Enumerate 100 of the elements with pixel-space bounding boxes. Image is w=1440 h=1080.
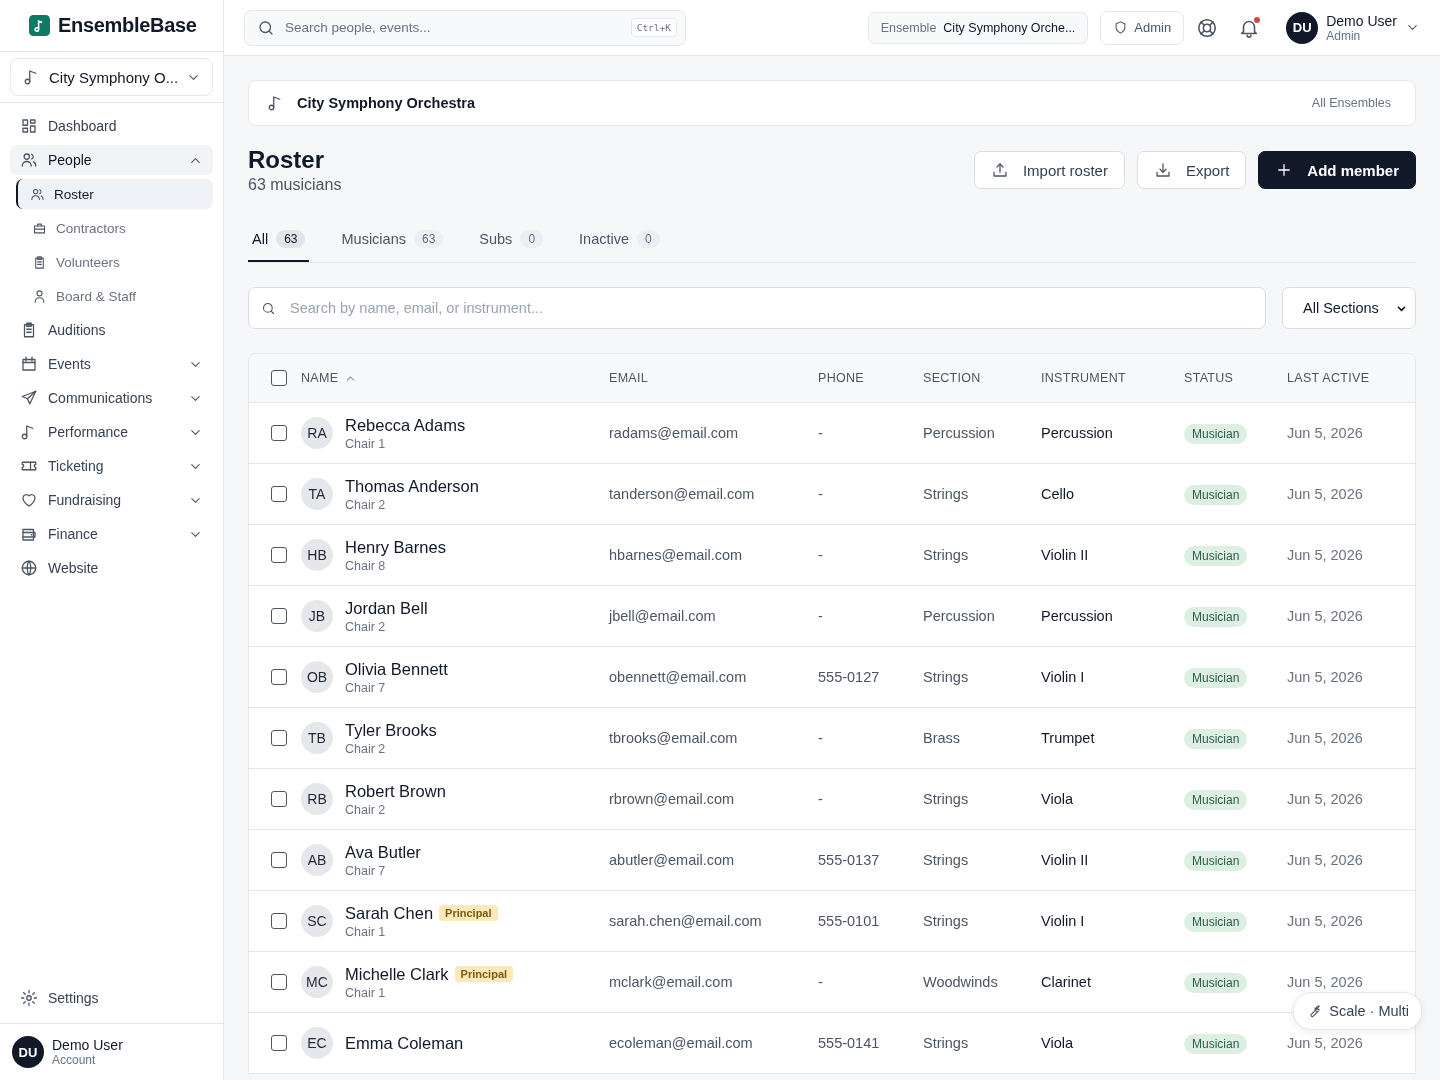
member-name[interactable]: Ava Butler [345, 842, 421, 862]
status-badge: Musician [1184, 1034, 1248, 1054]
search-field[interactable]: Search by name, email, or instrument... [248, 287, 1266, 329]
nav-subitem[interactable]: Board & Staff [16, 281, 213, 311]
nav-item[interactable]: Events [10, 349, 213, 379]
member-avatar: EC [301, 1027, 333, 1059]
phone-cell: - [818, 608, 823, 624]
brand-name: EnsembleBase [58, 14, 197, 37]
member-name[interactable]: Olivia Bennett [345, 659, 448, 679]
nav-item[interactable]: Finance [10, 519, 213, 549]
instrument-cell: Viola [1041, 791, 1073, 807]
instrument-cell: Violin I [1041, 913, 1085, 929]
settings-link[interactable]: Settings [10, 983, 213, 1013]
member-avatar: MC [301, 966, 333, 998]
principal-badge: Principal [454, 966, 514, 982]
instrument-cell: Percussion [1041, 425, 1113, 441]
nav-item[interactable]: Ticketing [10, 451, 213, 481]
role-button[interactable]: Admin [1100, 10, 1185, 45]
settings-icon [20, 989, 38, 1007]
checkbox[interactable] [271, 547, 287, 563]
member-name[interactable]: Tyler Brooks [345, 720, 437, 740]
status-badge: Musician [1184, 607, 1248, 627]
section-select[interactable]: All Sections [1282, 287, 1416, 329]
person-icon [32, 288, 47, 304]
member-name[interactable]: Thomas Anderson [345, 476, 479, 496]
member-name[interactable]: Sarah Chen [345, 903, 434, 923]
member-avatar: RA [301, 417, 333, 449]
search-field[interactable]: Search people, events... Ctrl+K [244, 9, 686, 46]
member-name[interactable]: Emma Coleman [345, 1033, 464, 1053]
user-role: Admin [1326, 28, 1362, 43]
section-cell: Strings [923, 547, 969, 563]
member-name[interactable]: Henry Barnes [345, 537, 446, 557]
tab[interactable]: Musicians 63 [337, 218, 448, 262]
search-icon [261, 300, 276, 316]
nav-subitem[interactable]: Roster [16, 179, 213, 209]
checkbox[interactable] [271, 791, 287, 807]
last-active-cell: Jun 5, 2026 [1287, 547, 1363, 563]
ensemble-picker[interactable]: City Symphony O... [10, 58, 213, 96]
export-button[interactable]: Export [1136, 151, 1247, 189]
member-avatar: TA [301, 478, 333, 510]
checkbox[interactable] [271, 669, 287, 685]
ensemble-chip[interactable]: Ensemble City Symphony Orche... [867, 11, 1089, 44]
phone-cell: - [818, 974, 823, 990]
tab[interactable]: All 63 [248, 218, 310, 262]
column-header[interactable]: NAME [301, 371, 339, 385]
import-button[interactable]: Import roster [973, 151, 1125, 189]
search-input[interactable]: Search people, events... [283, 19, 623, 36]
last-active-cell: Jun 5, 2026 [1287, 730, 1363, 746]
chair-label: Chair 2 [345, 802, 387, 817]
chair-label: Chair 1 [345, 436, 387, 451]
nav-item[interactable]: People [10, 145, 213, 175]
tab[interactable]: Subs 0 [475, 218, 548, 262]
nav-item[interactable]: Auditions [10, 315, 213, 345]
shield-icon [1113, 20, 1129, 35]
checkbox[interactable] [271, 1035, 287, 1051]
member-name[interactable]: Michelle Clark [345, 964, 449, 984]
email-cell: rbrown@email.com [609, 791, 735, 807]
scale-pill[interactable]: Scale · Multi [1293, 992, 1422, 1030]
nav-subitem[interactable]: Contractors [16, 213, 213, 243]
checkbox[interactable] [271, 370, 287, 386]
column-header[interactable]: EMAIL [609, 371, 648, 385]
nav-item[interactable]: Fundraising [10, 485, 213, 515]
member-avatar: RB [301, 783, 333, 815]
section-cell: Strings [923, 669, 969, 685]
checkbox[interactable] [271, 913, 287, 929]
column-header[interactable]: PHONE [818, 371, 864, 385]
nav-subitem[interactable]: Volunteers [16, 247, 213, 277]
member-avatar: SC [301, 905, 333, 937]
section-cell: Strings [923, 913, 969, 929]
instrument-cell: Violin II [1041, 852, 1089, 868]
column-header[interactable]: SECTION [923, 371, 981, 385]
checkbox[interactable] [271, 852, 287, 868]
instrument-cell: Violin I [1041, 669, 1085, 685]
member-name[interactable]: Rebecca Adams [345, 415, 466, 435]
status-badge: Musician [1184, 912, 1248, 932]
status-badge: Musician [1184, 668, 1248, 688]
heart-icon [20, 491, 38, 509]
checkbox[interactable] [271, 730, 287, 746]
nav-item[interactable]: Dashboard [10, 111, 213, 141]
add-member-button[interactable]: Add member [1258, 151, 1416, 189]
nav-item[interactable]: Performance [10, 417, 213, 447]
all-ensembles-link[interactable]: All Ensembles [1311, 96, 1391, 110]
nav-item[interactable]: Communications [10, 383, 213, 413]
status-badge: Musician [1184, 790, 1248, 810]
member-name[interactable]: Jordan Bell [345, 598, 428, 618]
search-input[interactable]: Search by name, email, or instrument... [288, 299, 1253, 317]
member-name[interactable]: Robert Brown [345, 781, 446, 801]
help-icon[interactable] [1196, 16, 1219, 39]
checkbox[interactable] [271, 974, 287, 990]
column-header[interactable]: INSTRUMENT [1041, 371, 1126, 385]
checkbox[interactable] [271, 425, 287, 441]
section-cell: Woodwinds [923, 974, 998, 990]
column-header[interactable]: STATUS [1184, 371, 1234, 385]
column-header[interactable]: LAST ACTIVE [1287, 371, 1370, 385]
checkbox[interactable] [271, 486, 287, 502]
principal-badge: Principal [439, 905, 498, 921]
checkbox[interactable] [271, 608, 287, 624]
phone-cell: 555-0127 [818, 669, 880, 685]
nav-item[interactable]: Website [10, 553, 213, 583]
tab[interactable]: Inactive 0 [575, 218, 664, 262]
